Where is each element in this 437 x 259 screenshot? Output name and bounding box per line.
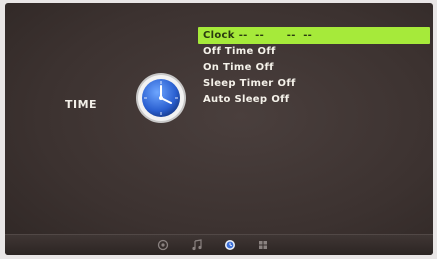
menu-item-label: Auto Sleep (203, 94, 268, 105)
menu-item-label: Clock (203, 30, 235, 41)
clock-icon (136, 73, 186, 123)
menu-item-on-time[interactable]: On Time Off (198, 60, 430, 76)
menu-item-value: Off (277, 78, 296, 89)
osd-screen: TIME Clock -- -- -- -- Off Time Off On Tim… (5, 3, 433, 255)
menu-item-value: Off (257, 46, 276, 57)
menu-tab-bar (5, 234, 433, 255)
setup-icon[interactable] (257, 239, 269, 251)
picture-icon[interactable] (157, 239, 169, 251)
menu-item-label: Sleep Timer (203, 78, 274, 89)
time-menu: Clock -- -- -- -- Off Time Off On Time Off … (198, 27, 430, 108)
sound-icon[interactable] (191, 239, 203, 251)
menu-item-value: -- -- -- -- (238, 30, 313, 41)
menu-item-sleep-timer[interactable]: Sleep Timer Off (198, 76, 430, 92)
menu-item-clock[interactable]: Clock -- -- -- -- (198, 27, 430, 44)
menu-item-off-time[interactable]: Off Time Off (198, 44, 430, 60)
menu-item-value: Off (271, 94, 290, 105)
time-icon[interactable] (224, 239, 236, 251)
menu-item-label: Off Time (203, 46, 254, 57)
menu-item-label: On Time (203, 62, 252, 73)
menu-item-value: Off (255, 62, 274, 73)
menu-item-auto-sleep[interactable]: Auto Sleep Off (198, 92, 430, 108)
section-title: TIME (65, 98, 98, 111)
